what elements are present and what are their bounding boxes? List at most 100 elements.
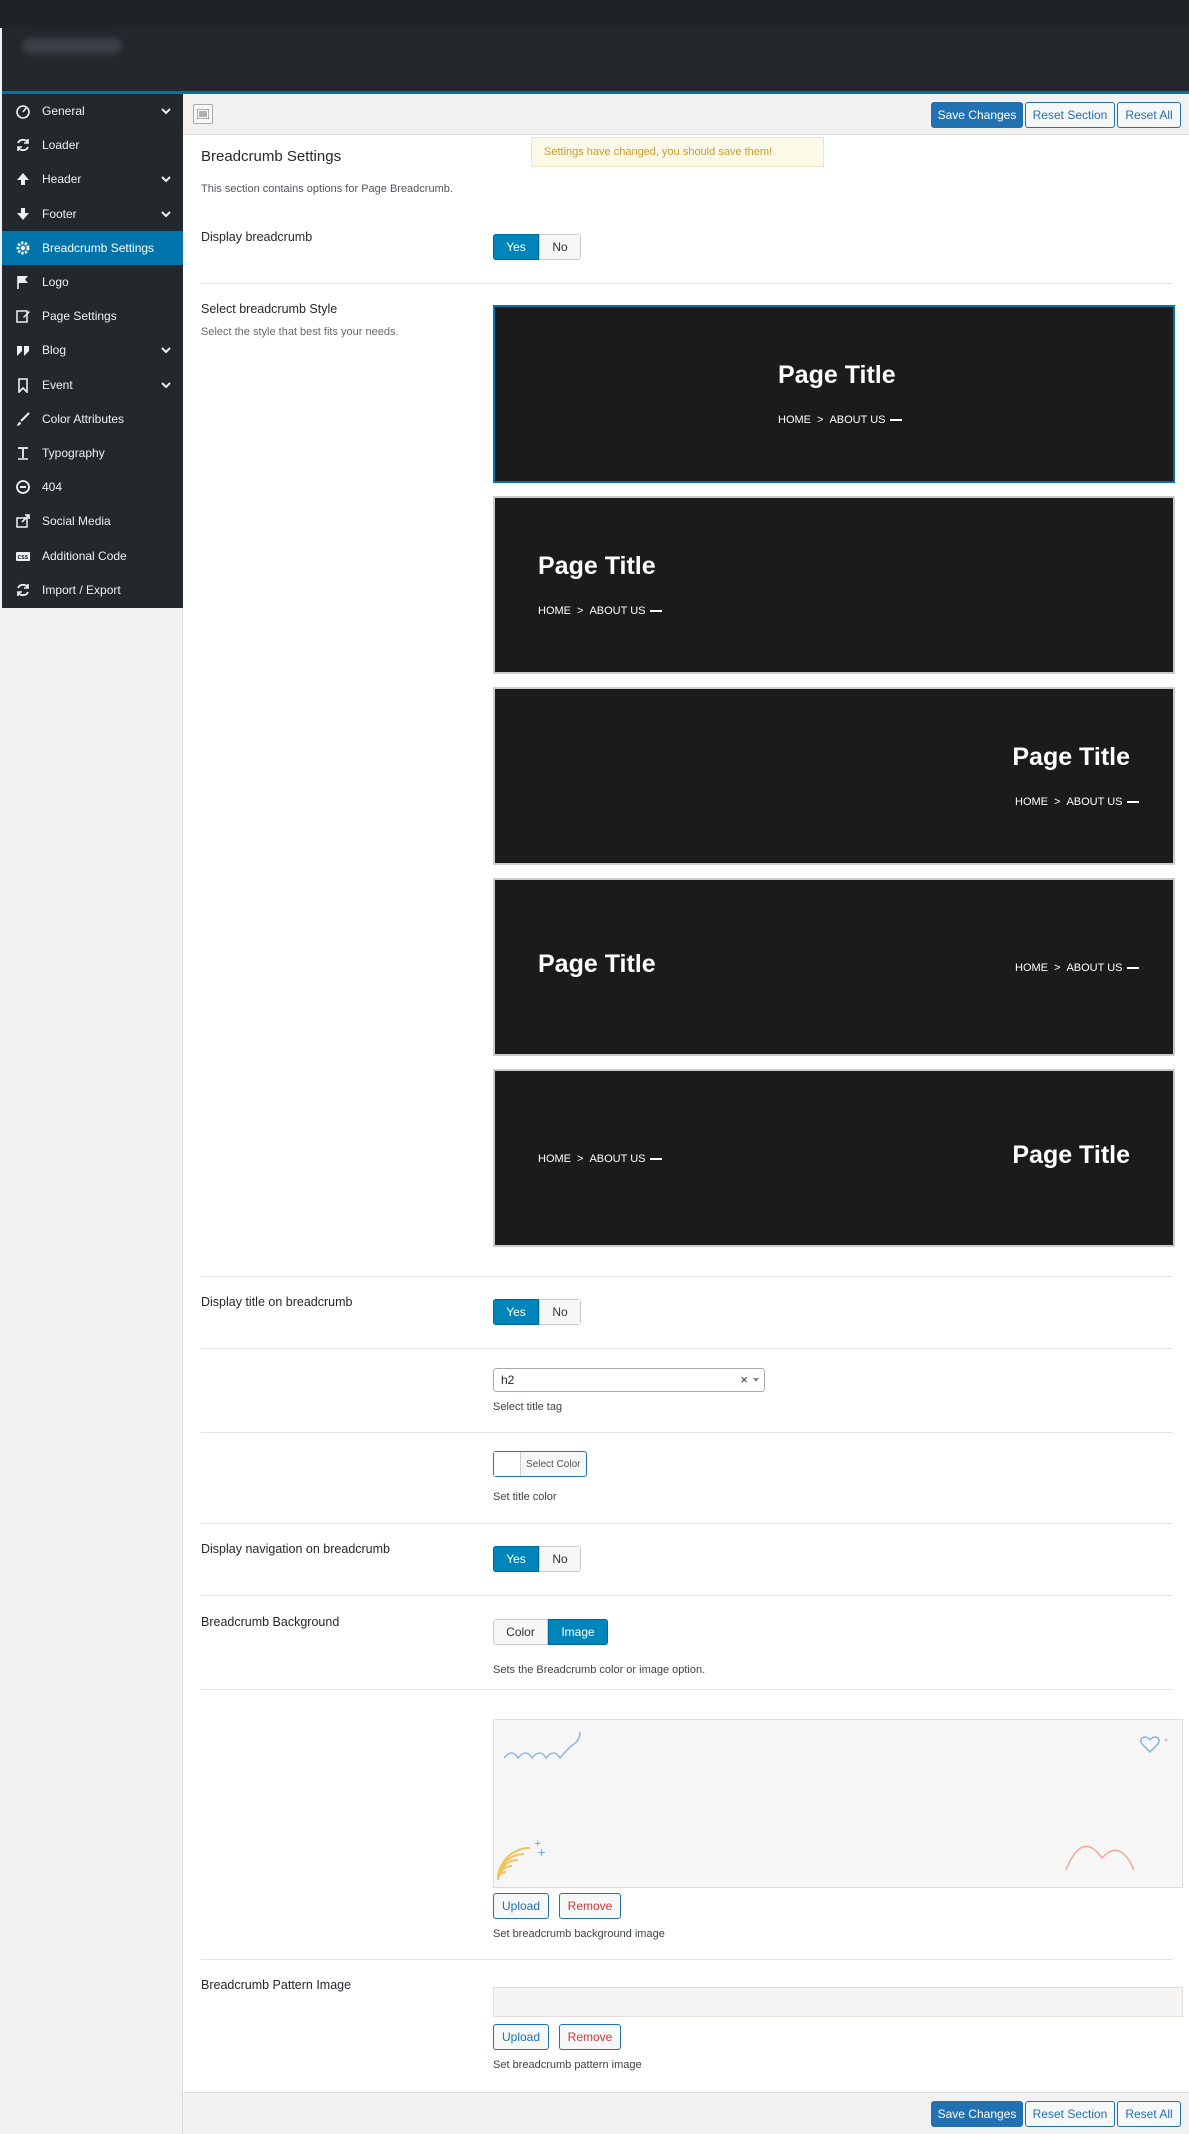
display-nav-yes[interactable]: Yes [493, 1546, 539, 1572]
breadcrumb-style-3[interactable]: Page Title HOME > ABOUT US [493, 687, 1175, 865]
sidebar-item-label: Color Attributes [42, 411, 125, 426]
list-icon [197, 109, 209, 119]
style-preview-crumb: HOME > ABOUT US [1015, 962, 1140, 974]
background-image-option[interactable]: Image [548, 1619, 608, 1645]
breadcrumb-style-1[interactable]: Page Title HOME > ABOUT US [493, 305, 1175, 483]
share-icon [14, 512, 32, 530]
crumb-home: HOME [778, 414, 811, 426]
sidebar-item-general[interactable]: General [2, 94, 183, 128]
sidebar-filler [2, 608, 183, 2134]
section-title: Breadcrumb Settings [201, 148, 342, 165]
style-preview-crumb: HOME > ABOUT US [538, 605, 663, 617]
crumb-dash [1127, 967, 1140, 969]
breadcrumb-style-4[interactable]: Page Title HOME > ABOUT US [493, 878, 1175, 1056]
reset-section-button[interactable]: Reset Section [1025, 2101, 1115, 2127]
title-tag-select[interactable]: h2 × [493, 1368, 765, 1392]
save-changes-button[interactable]: Save Changes [931, 2101, 1023, 2127]
crumb-separator: > [1054, 796, 1061, 808]
sidebar-item-label: 404 [42, 480, 63, 495]
sidebar-item-label: Import / Export [42, 582, 121, 597]
bottom-action-bar: Save Changes Reset Section Reset All [183, 2092, 1189, 2134]
svg-text:*: * [1164, 1737, 1168, 1746]
style-preview-crumb: HOME > ABOUT US [1015, 796, 1140, 808]
refresh-icon [14, 581, 32, 599]
crumb-home: HOME [538, 605, 571, 617]
flag-icon [14, 273, 32, 291]
sidebar-item-blog[interactable]: Blog [2, 333, 183, 367]
save-changes-button[interactable]: Save Changes [931, 102, 1023, 128]
crumb-dash [650, 1158, 663, 1160]
sidebar-item-label: Page Settings [42, 309, 117, 324]
background-color-option[interactable]: Color [493, 1619, 548, 1645]
style-preview-title: Page Title [778, 361, 896, 389]
sidebar-item-page-settings[interactable]: Page Settings [2, 299, 183, 333]
style-preview-crumb: HOME > ABOUT US [538, 1153, 663, 1165]
sidebar-item-404[interactable]: 404 [2, 470, 183, 504]
crumb-separator: > [1054, 962, 1061, 974]
decorative-doodles-image: * + + [497, 1731, 1168, 1881]
sidebar-item-breadcrumb-settings[interactable]: Breadcrumb Settings [2, 230, 183, 265]
pattern-upload-button[interactable]: Upload [493, 2024, 549, 2050]
sidebar-item-color-attributes[interactable]: Color Attributes [2, 402, 183, 436]
quote-icon [14, 341, 32, 359]
background-remove-button[interactable]: Remove [559, 1893, 621, 1919]
chevron-down-icon[interactable] [159, 207, 173, 221]
sidebar-item-header[interactable]: Header [2, 162, 183, 196]
display-title-no[interactable]: No [539, 1299, 581, 1325]
sidebar-item-event[interactable]: Event [2, 368, 183, 402]
pattern-remove-button[interactable]: Remove [559, 2024, 621, 2050]
sidebar-item-label: General [42, 104, 85, 118]
reset-section-button[interactable]: Reset Section [1025, 102, 1115, 128]
crumb-home: HOME [1015, 962, 1048, 974]
chevron-down-icon[interactable] [159, 172, 173, 186]
breadcrumb-style-2[interactable]: Page Title HOME > ABOUT US [493, 496, 1175, 674]
divider [201, 1523, 1173, 1524]
display-breadcrumb-yes[interactable]: Yes [493, 234, 539, 260]
reset-all-button[interactable]: Reset All [1117, 2101, 1181, 2127]
style-preview-title: Page Title [1012, 743, 1130, 771]
display-title-yes[interactable]: Yes [493, 1299, 539, 1325]
sidebar-item-typography[interactable]: Typography [2, 436, 183, 470]
divider [201, 1959, 1173, 1960]
display-nav-no[interactable]: No [539, 1546, 581, 1572]
divider [201, 1689, 1173, 1690]
breadcrumb-style-label: Select breadcrumb Style [201, 302, 338, 316]
top-action-bar: Save Changes Reset Section Reset All [183, 94, 1189, 135]
divider [201, 1432, 1173, 1433]
background-upload-button[interactable]: Upload [493, 1893, 549, 1919]
chevron-down-icon [753, 1378, 759, 1382]
clear-icon[interactable]: × [740, 1372, 748, 1387]
sidebar-item-label: Additional Code [42, 548, 127, 563]
chevron-down-icon[interactable] [159, 378, 173, 392]
pattern-label: Breadcrumb Pattern Image [201, 1978, 352, 1992]
title-color-picker[interactable]: Select Color [493, 1451, 587, 1477]
crumb-separator: > [577, 1153, 584, 1165]
css-icon: CSS [14, 547, 32, 565]
admin-top-bar [0, 0, 1189, 28]
display-nav-label: Display navigation on breadcrumb [201, 1542, 390, 1556]
chevron-down-icon[interactable] [159, 104, 173, 118]
sidebar-item-label: Header [42, 172, 82, 187]
reset-all-button[interactable]: Reset All [1117, 102, 1181, 128]
expand-options-button[interactable] [193, 104, 213, 124]
crumb-about: ABOUT US [589, 605, 646, 617]
display-breadcrumb-no[interactable]: No [539, 234, 581, 260]
panel-header [2, 28, 1189, 94]
sidebar-item-label: Breadcrumb Settings [42, 240, 155, 255]
brand-logo [22, 38, 122, 54]
sidebar-item-additional-code[interactable]: CSS Additional Code [2, 539, 183, 573]
divider [201, 283, 1173, 284]
sidebar-item-social-media[interactable]: Social Media [2, 504, 183, 538]
sidebar-item-import-export[interactable]: Import / Export [2, 573, 183, 607]
sidebar-item-label: Typography [42, 446, 105, 460]
breadcrumb-style-5[interactable]: HOME > ABOUT US Page Title [493, 1069, 1175, 1247]
style-preview-title: Page Title [1012, 1141, 1130, 1169]
select-color-label: Select Color [526, 1458, 581, 1470]
chevron-down-icon[interactable] [159, 343, 173, 357]
sidebar-item-label: Loader [42, 138, 80, 153]
sidebar-item-loader[interactable]: Loader [2, 128, 183, 162]
sidebar-item-logo[interactable]: Logo [2, 265, 183, 299]
sidebar-item-footer[interactable]: Footer [2, 197, 183, 231]
crumb-about: ABOUT US [1066, 796, 1123, 808]
crumb-about: ABOUT US [589, 1153, 646, 1165]
